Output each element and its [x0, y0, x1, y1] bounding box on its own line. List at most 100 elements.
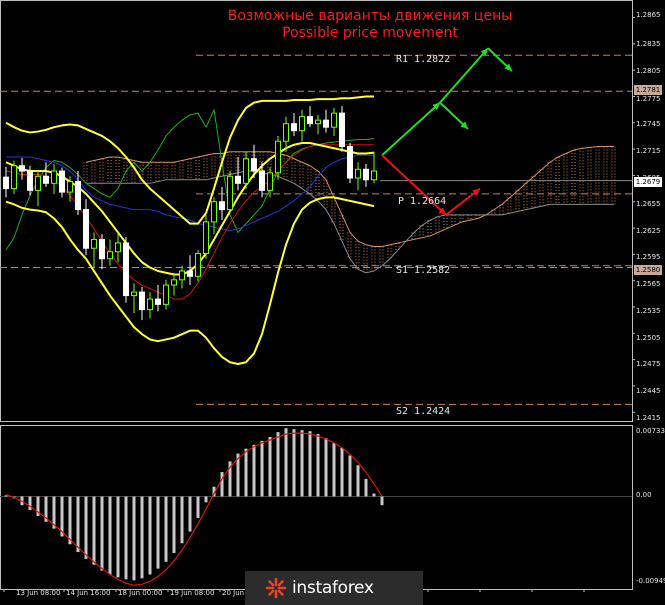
time-tick: 20 Jun [222, 589, 245, 597]
macd-histogram-bar [188, 496, 192, 532]
macd-histogram-bar [92, 496, 96, 565]
watermark: instaforex [245, 571, 423, 605]
macd-histogram-bar [76, 496, 80, 553]
candle-body [323, 119, 329, 128]
macd-histogram-bar [172, 496, 176, 554]
macd-histogram-bar [220, 472, 224, 497]
macd-histogram-bar [348, 455, 352, 497]
macd-tick-max: 0.00733 [636, 427, 665, 435]
price-tick: 1.2865 [636, 11, 661, 19]
macd-histogram-bar [276, 432, 280, 497]
price-tick: 1.2625 [636, 227, 661, 235]
candle-body [235, 175, 241, 184]
candle-body [83, 209, 89, 249]
s1-level-label: S1 1.2582 [396, 265, 451, 276]
price-tick: 1.2565 [636, 280, 661, 288]
candle-body [179, 270, 185, 281]
macd-histogram-bar [4, 495, 8, 497]
candle-body [51, 170, 57, 184]
price-tick: 1.2445 [636, 387, 661, 395]
macd-histogram-bar [148, 496, 152, 575]
candle-body [259, 170, 265, 191]
macd-histogram-bar [308, 431, 312, 497]
candle-body [243, 158, 249, 184]
candle-body [371, 170, 377, 181]
macd-tick-zero: 0.00 [636, 491, 652, 499]
candle-body [275, 140, 281, 174]
price-tick: 1.2835 [636, 40, 661, 48]
candle-body [67, 181, 73, 193]
candle-body [315, 119, 321, 125]
main-pane-frame [0, 0, 633, 422]
price-tick: 1.2775 [636, 95, 661, 103]
candle-body [171, 279, 177, 286]
candle-body [123, 242, 129, 297]
macd-histogram-bar [164, 496, 168, 562]
candle-body [195, 252, 201, 277]
macd-histogram-bar [132, 496, 136, 581]
macd-histogram-bar [372, 493, 376, 497]
macd-histogram-bar [28, 496, 32, 511]
macd-histogram-bar [292, 429, 296, 497]
macd-histogram-bar [244, 448, 248, 497]
price-tick: 1.2805 [636, 67, 661, 75]
candle-body [251, 158, 257, 172]
candle-body [267, 172, 273, 191]
candle-body [163, 284, 169, 305]
macd-histogram-bar [180, 496, 184, 544]
candle-body [155, 298, 161, 305]
candle-body [43, 175, 49, 184]
candle-body [131, 291, 137, 297]
watermark-text: instaforex [292, 578, 374, 598]
macd-histogram-bar [316, 434, 320, 497]
chart-title-russian: Возможные варианты движения цены [227, 8, 513, 24]
r1-level-label: R1 1.2822 [396, 54, 451, 65]
price-tick: 1.2595 [636, 253, 661, 261]
macd-histogram-bar [108, 496, 112, 575]
candle-body [19, 165, 25, 172]
r1-price-marker: 1.2781 [634, 85, 662, 95]
price-tick: 1.2655 [636, 200, 661, 208]
macd-histogram-bar [252, 444, 256, 497]
macd-tick-min: -0.00949 [636, 577, 665, 585]
candle-body [219, 201, 225, 211]
macd-histogram-bar [100, 496, 104, 571]
macd-histogram-bar [140, 496, 144, 579]
candle-body [347, 145, 353, 179]
candle-body [339, 112, 345, 147]
macd-histogram-bar [340, 447, 344, 497]
macd-histogram-bar [284, 428, 288, 497]
instaforex-logo-icon [265, 577, 287, 599]
macd-histogram-bar [124, 496, 128, 580]
bullish-forecast-arrow [381, 101, 441, 156]
time-tick: 14 Jun 16:00 [66, 589, 111, 597]
macd-histogram-bar [380, 496, 384, 506]
macd-histogram-bar [84, 496, 88, 559]
candle-body [115, 242, 121, 253]
macd-histogram-bar [68, 496, 72, 545]
macd-histogram-bar [332, 442, 336, 497]
macd-histogram-bar [364, 478, 368, 497]
candle-body [307, 116, 313, 125]
candle-body [59, 170, 65, 193]
price-tick: 1.2535 [636, 307, 661, 315]
candle-body [203, 221, 209, 254]
price-tick: 1.2415 [636, 414, 661, 422]
candle-body [147, 298, 153, 311]
candle-body [107, 251, 113, 260]
candle-body [355, 168, 361, 179]
macd-histogram-bar [260, 440, 264, 497]
candle-body [331, 112, 337, 128]
candle-body [27, 170, 33, 191]
pivot-level-label: P 1.2664 [398, 196, 447, 207]
price-tick: 1.2505 [636, 334, 661, 342]
bollinger-middle-line [5, 141, 375, 276]
time-tick: 18 Jun 00:00 [118, 589, 163, 597]
candle-body [299, 116, 305, 132]
candle-body [3, 176, 9, 190]
macd-histogram-bar [204, 496, 208, 503]
time-tick: 19 Jun 08:00 [170, 589, 215, 597]
price-tick: 1.2715 [636, 147, 661, 155]
s2-level-label: S2 1.2424 [396, 406, 451, 417]
bollinger-upper-line [5, 95, 374, 225]
